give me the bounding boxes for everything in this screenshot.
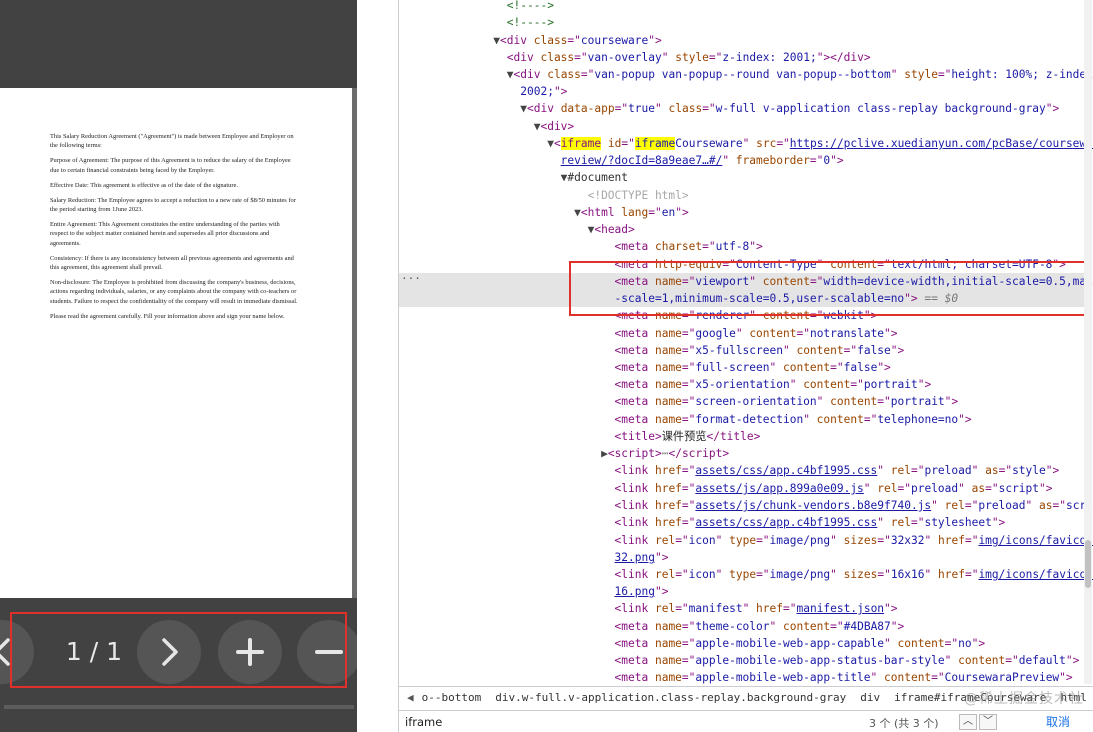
doc-paragraph: Please read the agreement carefully. Fil… (50, 312, 285, 320)
chevron-up-icon: ︿ (963, 716, 973, 727)
search-result-count: 3 个 (共 3 个) (869, 717, 939, 730)
dom-node[interactable]: <meta charset="utf-8"> (399, 238, 1089, 255)
more-options-icon[interactable]: ··· (401, 272, 421, 285)
expand-arrow-icon: ▼ (506, 68, 514, 81)
dom-node[interactable]: <link href="assets/js/app.899a0e09.js" r… (399, 480, 1089, 497)
dom-node[interactable]: ▶<script>⋯</script> (399, 445, 1089, 462)
dom-node[interactable]: 16.png"> (399, 583, 1089, 600)
panel-gap (357, 0, 398, 732)
doc-paragraph: Purpose of Agreement: The purpose of thi… (50, 157, 291, 174)
dom-node[interactable]: ▼#document (399, 169, 1089, 186)
doc-paragraph: This Salary Reduction Agreement ("Agreem… (50, 133, 294, 150)
breadcrumb-scroll-left-icon[interactable]: ◀ (407, 691, 414, 704)
search-cancel-button[interactable]: 取消 (1025, 713, 1091, 731)
doc-paragraph: Effective Date: This agreement is effect… (50, 181, 238, 189)
dom-tree: <!----> <!----> ▼<div class="courseware"… (399, 0, 1093, 684)
breadcrumb-item[interactable]: o--bottom (422, 691, 482, 704)
dom-node[interactable]: <link href="assets/css/app.c4bf1995.css"… (399, 514, 1089, 531)
dom-node[interactable]: <meta name="google" content="notranslate… (399, 325, 1089, 342)
dom-node[interactable]: ▼<div> (399, 118, 1089, 135)
breadcrumb-item[interactable]: div (860, 691, 880, 704)
chevron-down-icon: ﹀ (983, 716, 993, 727)
document-text: This Salary Reduction Agreement ("Agreem… (50, 132, 298, 327)
dom-node[interactable]: <link rel="icon" type="image/png" sizes=… (399, 532, 1093, 549)
doc-paragraph: Consistency: If there is any inconsisten… (50, 254, 294, 271)
dom-node[interactable]: <link href="assets/css/app.c4bf1995.css"… (399, 462, 1089, 479)
dom-node[interactable]: <!----> (399, 0, 1089, 14)
dom-node[interactable]: <!DOCTYPE html> (399, 187, 1089, 204)
viewport-meta-highlight-box (569, 261, 1091, 316)
dom-node[interactable]: <link rel="icon" type="image/png" sizes=… (399, 566, 1093, 583)
collapse-arrow-icon: ▶ (601, 447, 608, 460)
expand-arrow-icon: ▼ (520, 102, 527, 115)
breadcrumb-item[interactable]: div.w-full.v-application.class-replay.ba… (495, 691, 846, 704)
dom-node[interactable]: <!----> (399, 14, 1089, 31)
dom-node[interactable]: <title>课件预览</title> (399, 428, 1089, 445)
dom-node[interactable]: ▼<head> (399, 221, 1089, 238)
dom-node[interactable]: ▼<div class="courseware"> (399, 32, 1089, 49)
dom-node[interactable]: <meta name="x5-orientation" content="por… (399, 376, 1089, 393)
dom-node[interactable]: ▼<html lang="en"> (399, 204, 1089, 221)
devtools-scrollbar-thumb[interactable] (1085, 540, 1091, 588)
devtools-panel: <!----> <!----> ▼<div class="courseware"… (398, 0, 1093, 732)
doc-paragraph: Salary Reduction: The Employee agrees to… (50, 196, 296, 213)
document-page: This Salary Reduction Agreement ("Agreem… (0, 88, 352, 598)
controls-highlight-box (10, 612, 347, 688)
dom-node[interactable]: <meta name="full-screen" content="false"… (399, 359, 1089, 376)
pdf-viewer-panel: This Salary Reduction Agreement ("Agreem… (0, 0, 361, 732)
dom-node[interactable]: <meta name="x5-fullscreen" content="fals… (399, 342, 1089, 359)
dom-node[interactable]: <link rel="manifest" href="manifest.json… (399, 600, 1089, 617)
horizontal-scrollbar[interactable] (4, 705, 354, 709)
expand-arrow-icon: ▼ (547, 137, 554, 150)
dom-node[interactable]: <meta name="format-detection" content="t… (399, 411, 1089, 428)
viewer-top-bar (0, 0, 357, 88)
dom-node[interactable]: <meta name="apple-mobile-web-app-capable… (399, 635, 1089, 652)
dom-node[interactable]: ▼<div class="van-popup van-popup--round … (399, 66, 1093, 83)
dom-node[interactable]: review/?docId=8a9eae7…#/" frameborder="0… (399, 152, 1089, 169)
dom-node[interactable]: 2002;"> (399, 83, 1089, 100)
search-prev-button[interactable]: ︿ (959, 714, 977, 730)
search-bar: 3 个 (共 3 个) ︿ ﹀ 取消 (399, 710, 1093, 732)
search-next-button[interactable]: ﹀ (979, 714, 997, 730)
dom-node[interactable]: ▼<div data-app="true" class="w-full v-ap… (399, 100, 1089, 117)
doc-paragraph: Non-disclosure: The Employee is prohibit… (50, 278, 298, 305)
expand-arrow-icon: ▼ (574, 206, 581, 219)
dom-node[interactable]: 32.png"> (399, 549, 1089, 566)
search-input[interactable] (405, 714, 855, 730)
dom-node[interactable]: <meta name="theme-color" content="#4DBA8… (399, 618, 1089, 635)
dom-node[interactable]: <meta name="screen-orientation" content=… (399, 393, 1089, 410)
dom-node[interactable]: <meta name="apple-mobile-web-app-status-… (399, 652, 1089, 669)
dom-node[interactable]: <div class="van-overlay" style="z-index:… (399, 49, 1089, 66)
dom-node[interactable]: <meta name="apple-mobile-web-app-title" … (399, 669, 1089, 684)
doc-paragraph: Entire Agreement: This Agreement constit… (50, 220, 280, 247)
dom-node[interactable]: ▼<iframe id="iframeCourseware" src="http… (399, 135, 1093, 152)
dom-node[interactable]: <link href="assets/js/chunk-vendors.b8e9… (399, 497, 1093, 514)
